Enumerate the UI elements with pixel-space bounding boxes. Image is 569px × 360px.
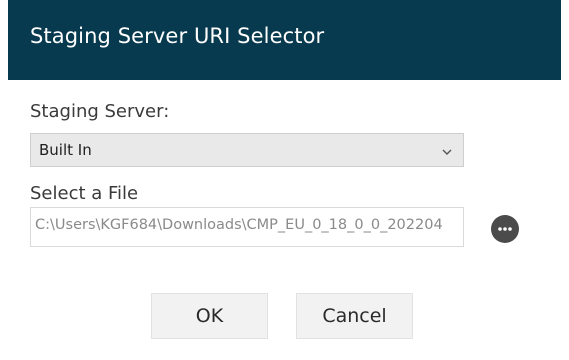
dialog-title: Staging Server URI Selector [30,24,325,48]
chevron-down-icon [441,143,453,155]
dialog-titlebar: Staging Server URI Selector [8,0,561,80]
staging-server-selected-value: Built In [39,141,92,159]
staging-server-uri-dialog: Staging Server URI Selector Staging Serv… [0,0,569,360]
ok-button[interactable]: OK [151,293,268,339]
staging-server-label: Staging Server: [30,101,170,122]
select-file-label: Select a File [30,183,139,204]
staging-server-select[interactable]: Built In [30,133,464,167]
cancel-button[interactable]: Cancel [296,293,413,339]
browse-file-button[interactable] [491,215,519,243]
file-path-value: C:\Users\KGF684\Downloads\CMP_EU_0_18_0_… [35,217,443,233]
file-path-field[interactable]: C:\Users\KGF684\Downloads\CMP_EU_0_18_0_… [30,207,464,247]
